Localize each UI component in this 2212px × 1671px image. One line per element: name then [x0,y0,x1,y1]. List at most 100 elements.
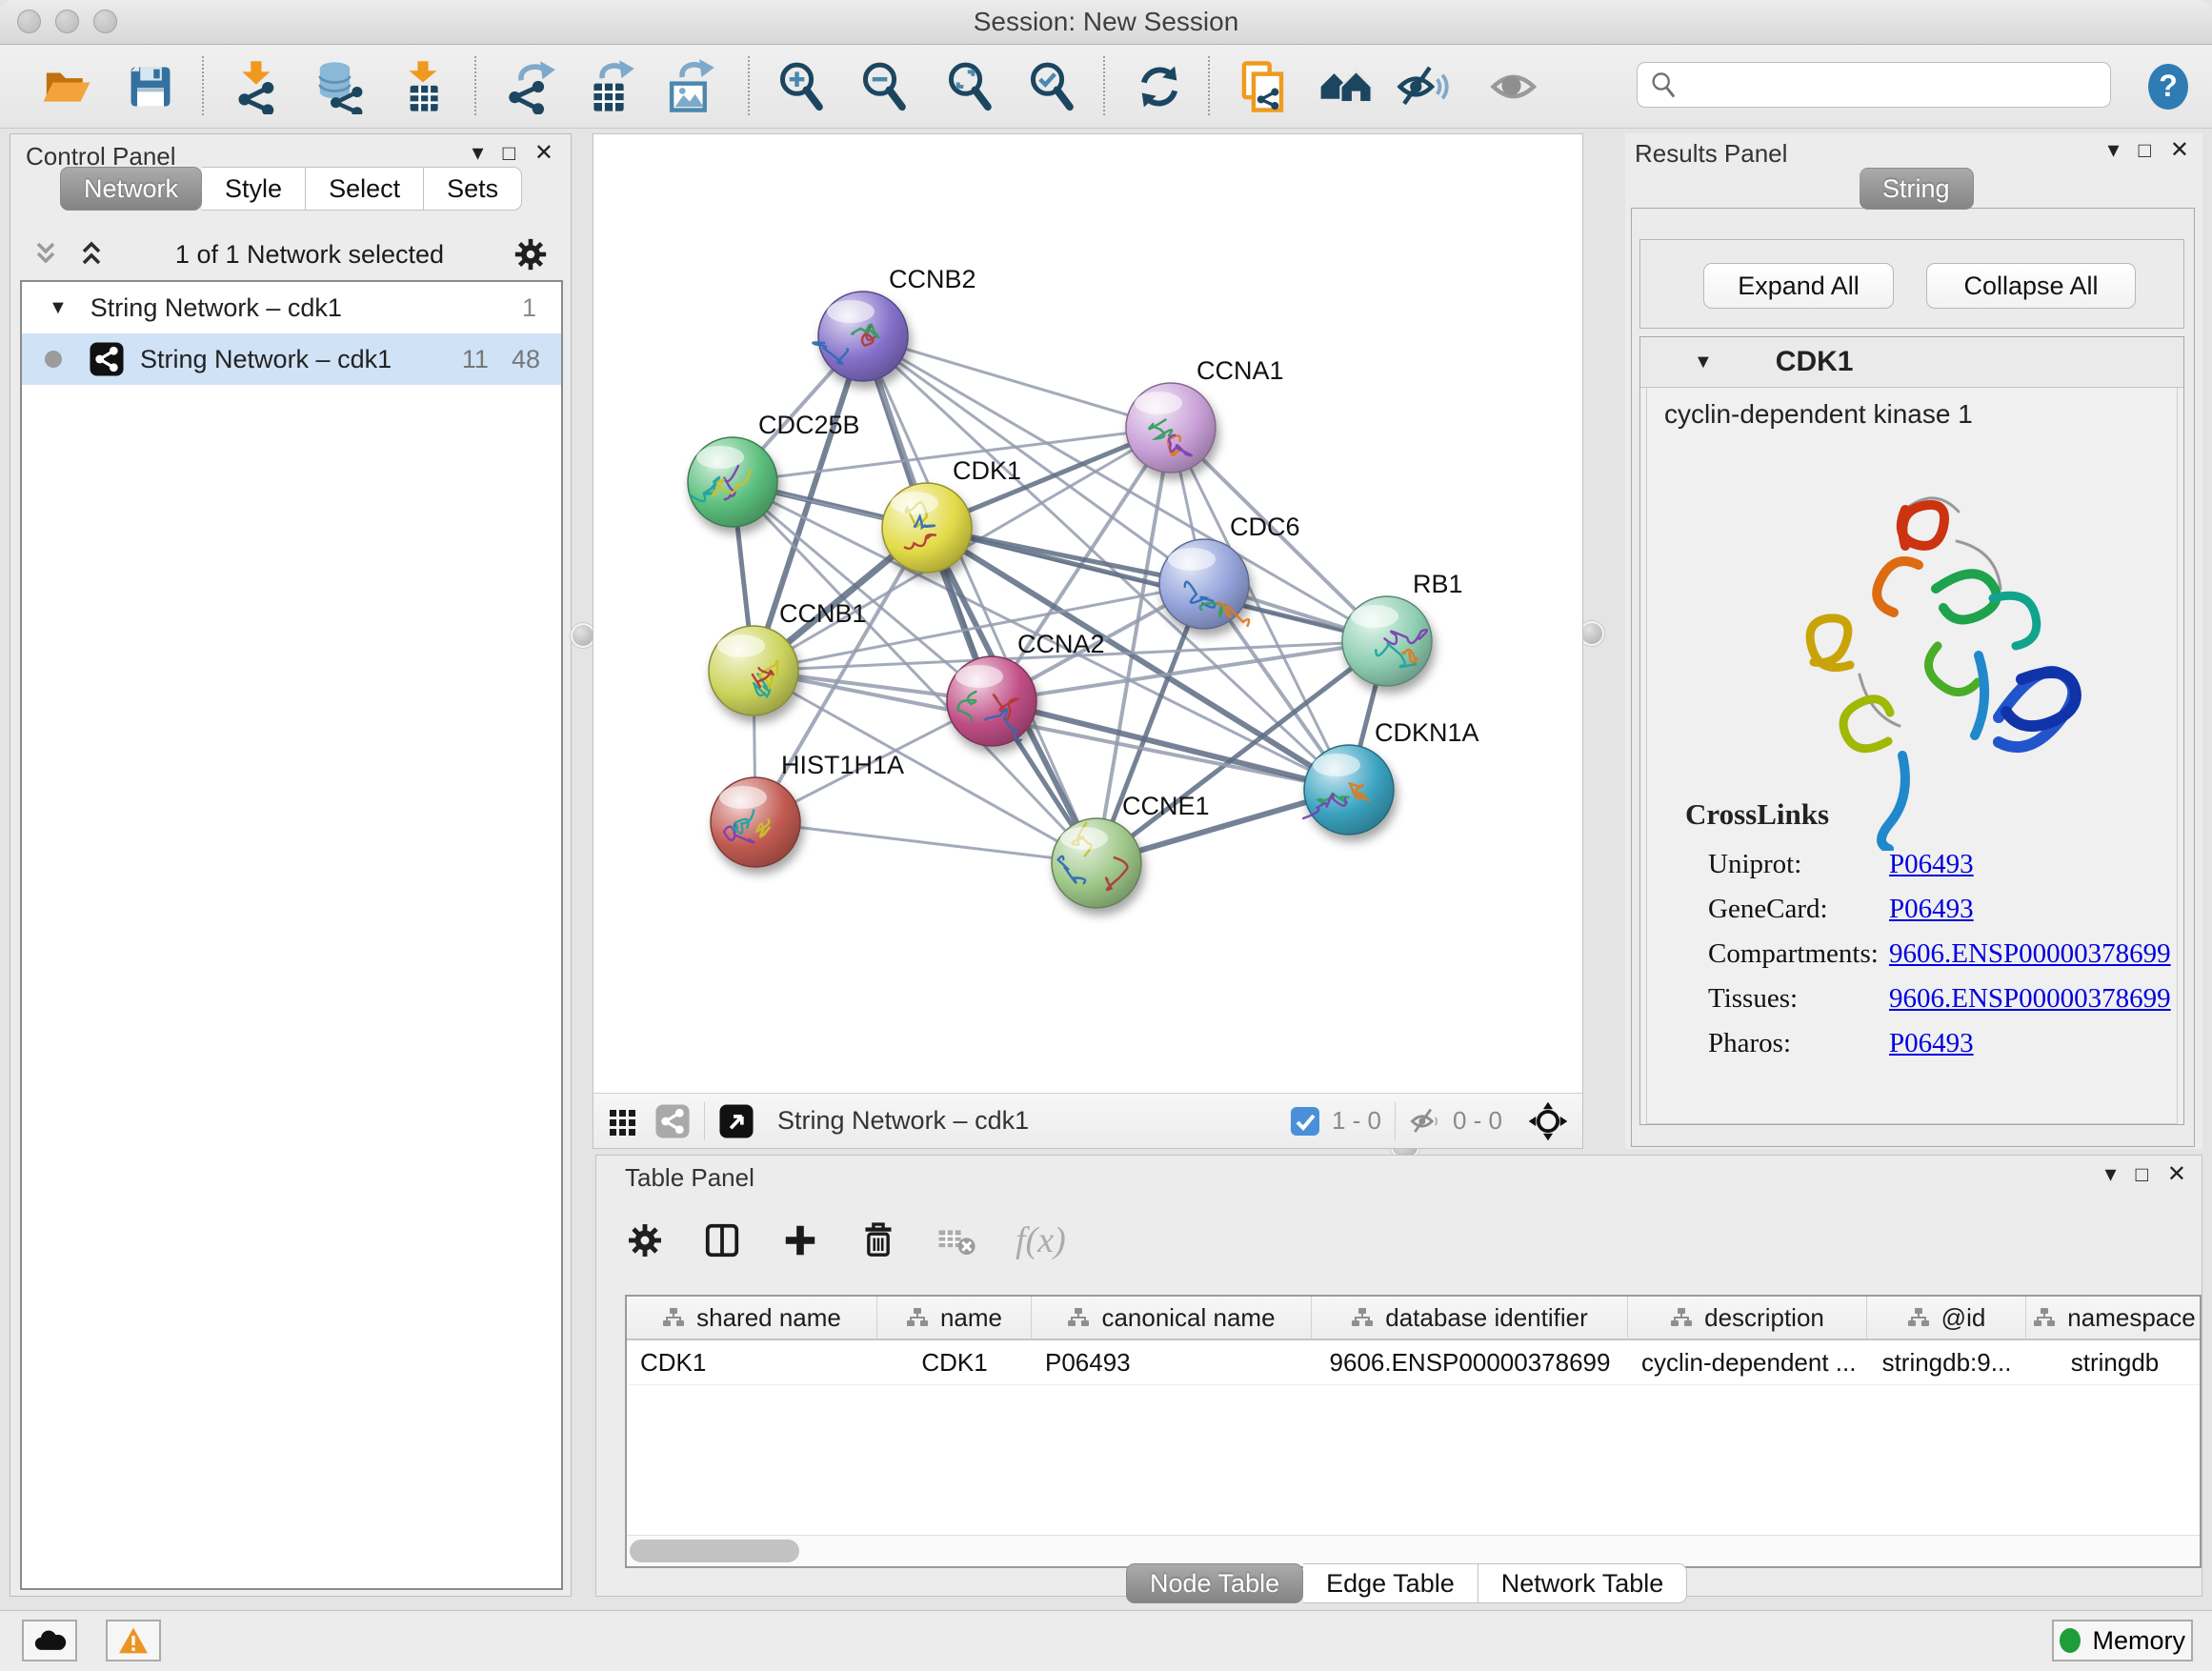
column-header-database-identifier[interactable]: database identifier [1312,1297,1628,1339]
network-graph-canvas[interactable]: CCNB2CCNA1CDC25BCDK1CDC6RB1CCNB1CCNA2CDK… [593,134,1582,1093]
import-network-button[interactable] [229,58,286,115]
help-button[interactable]: ? [2140,58,2197,115]
import-table-button[interactable] [394,58,452,115]
float-panel-icon[interactable]: □ [2139,140,2151,161]
export-network-button[interactable] [501,58,558,115]
column-header-@id[interactable]: @id [1867,1297,2026,1339]
zoom-out-button[interactable] [855,58,913,115]
close-panel-icon[interactable]: ✕ [2170,139,2189,162]
sphere-highlight [1135,392,1182,414]
close-panel-icon[interactable]: ✕ [2167,1163,2186,1186]
table-horizontal-scrollbar[interactable] [627,1535,2200,1566]
edge-CCNB2-CCNA1[interactable] [863,336,1171,428]
node-CDC6[interactable] [1159,539,1249,629]
open-session-button[interactable] [38,58,95,115]
node-CDC25B[interactable] [688,437,777,527]
node-RB1[interactable] [1342,596,1432,686]
node-HIST1H1A[interactable] [711,777,800,867]
table-cell[interactable]: CDK1 [627,1340,877,1384]
add-column-plus-icon[interactable] [779,1219,821,1261]
table-cell[interactable]: stringdb [2026,1340,2202,1384]
zoom-selected-button[interactable] [1023,58,1080,115]
save-session-button[interactable] [122,58,179,115]
table-cell[interactable]: stringdb:9... [1867,1340,2026,1384]
application-window: Session: New Session [0,0,2212,1671]
panel-menu-icon[interactable]: ▾ [2105,1163,2117,1186]
column-type-icon [1907,1307,1930,1328]
warnings-button[interactable] [106,1620,161,1661]
expand-all-chevron-icon[interactable] [75,238,108,271]
network-row-selected[interactable]: String Network – cdk1 11 48 [22,333,561,385]
crosslink-link[interactable]: P06493 [1889,1028,1974,1059]
right-splitter-handle[interactable] [1581,623,1602,644]
zoom-in-button[interactable] [773,58,830,115]
zoom-fit-button[interactable] [941,58,998,115]
crosslink-link[interactable]: P06493 [1889,894,1974,925]
network-share-icon[interactable] [654,1103,691,1139]
table-options-gear-icon[interactable] [625,1220,665,1260]
panel-menu-icon[interactable]: ▾ [473,142,484,165]
show-columns-icon[interactable] [701,1219,743,1261]
selected-checkbox-icon[interactable] [1290,1106,1320,1137]
collapse-section-icon[interactable]: ▼ [1694,352,1713,373]
export-image-button[interactable] [660,58,717,115]
node-CCNB1[interactable] [709,626,798,715]
tree-expand-icon[interactable]: ▼ [49,297,68,319]
results-tab-string[interactable]: String [1860,168,1974,210]
hide-selected-button[interactable] [1394,58,1451,115]
tab-network-table[interactable]: Network Table [1478,1563,1688,1603]
table-cell[interactable]: CDK1 [877,1340,1032,1384]
collapse-all-chevron-icon[interactable] [30,238,62,271]
crosslink-link[interactable]: 9606.ENSP00000378699 [1889,983,2171,1015]
fit-content-crosshair-icon[interactable] [1527,1100,1569,1142]
tab-style[interactable]: Style [202,167,306,211]
close-panel-icon[interactable]: ✕ [534,142,553,165]
expand-all-button[interactable]: Expand All [1703,263,1894,309]
node-CDK1[interactable] [882,483,972,573]
new-network-from-selection-button[interactable] [1235,58,1292,115]
node-CDKN1A[interactable] [1303,745,1394,835]
crosslink-link[interactable]: 9606.ENSP00000378699 [1889,938,2171,970]
edge-CCNB2-CCNE1[interactable] [863,336,1096,863]
column-header-description[interactable]: description [1628,1297,1867,1339]
float-panel-icon[interactable]: □ [2136,1164,2148,1185]
node-CCNB2[interactable] [813,292,908,381]
tab-select[interactable]: Select [306,167,424,211]
birdseye-view-icon[interactable] [718,1103,754,1139]
cloud-services-button[interactable] [22,1620,77,1661]
memory-button[interactable]: Memory [2052,1620,2193,1661]
search-input[interactable] [1687,70,2099,100]
panel-menu-icon[interactable]: ▾ [2108,139,2120,162]
network-collection-row[interactable]: ▼ String Network – cdk1 1 [22,282,561,333]
grid-view-icon[interactable] [607,1105,639,1137]
first-neighbors-button[interactable] [1317,58,1374,115]
column-header-shared-name[interactable]: shared name [627,1297,877,1339]
node-CCNA2[interactable] [947,656,1036,746]
table-row[interactable]: CDK1CDK1P064939606.ENSP00000378699cyclin… [627,1340,2200,1385]
tab-sets[interactable]: Sets [424,167,522,211]
node-CCNA1[interactable] [1126,383,1216,473]
show-all-button[interactable] [1487,58,1544,115]
table-cell[interactable]: cyclin-dependent ... [1628,1340,1867,1384]
left-splitter-handle[interactable] [573,625,593,646]
table-cell[interactable]: P06493 [1032,1340,1312,1384]
export-table-button[interactable] [580,58,637,115]
column-header-namespace[interactable]: namespace [2026,1297,2202,1339]
edge-CCNE1-HIST1H1A[interactable] [755,822,1096,863]
scrollbar-thumb[interactable] [630,1540,799,1562]
network-options-gear-icon[interactable] [512,235,550,273]
protein-card-header[interactable]: ▼ CDK1 [1640,337,2183,388]
refresh-view-button[interactable] [1131,58,1188,115]
float-panel-icon[interactable]: □ [503,143,515,164]
table-cell[interactable]: 9606.ENSP00000378699 [1312,1340,1628,1384]
tab-network[interactable]: Network [60,167,202,211]
node-CCNE1[interactable] [1052,818,1141,908]
crosslink-link[interactable]: P06493 [1889,849,1974,880]
import-network-from-database-button[interactable] [312,58,369,115]
delete-column-trash-icon[interactable] [857,1219,899,1261]
tab-edge-table[interactable]: Edge Table [1303,1563,1478,1603]
tab-node-table[interactable]: Node Table [1126,1563,1303,1603]
column-header-name[interactable]: name [877,1297,1032,1339]
column-header-canonical-name[interactable]: canonical name [1032,1297,1312,1339]
collapse-all-button[interactable]: Collapse All [1926,263,2136,309]
